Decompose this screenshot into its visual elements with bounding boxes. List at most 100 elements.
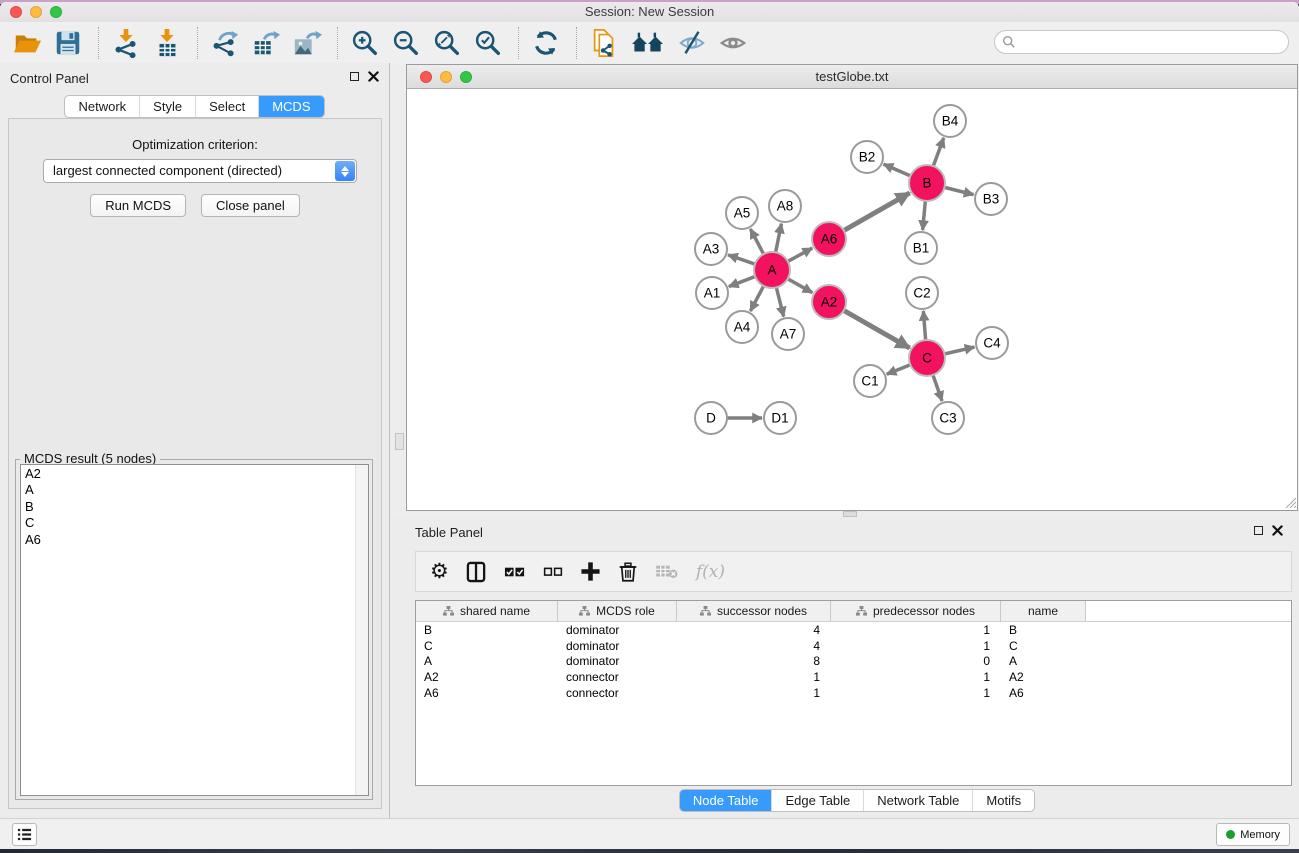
mcds-result-item[interactable]: A [25, 482, 41, 498]
resize-grip[interactable] [1283, 495, 1296, 508]
show-panels-button[interactable] [12, 823, 37, 846]
network-window-titlebar[interactable]: testGlobe.txt [407, 65, 1297, 89]
close-window-button[interactable] [10, 6, 22, 18]
toolbar-separator [576, 27, 577, 59]
zoom-selected-icon[interactable] [473, 28, 503, 58]
table-cell: C [1001, 639, 1086, 653]
column-header-shared-name[interactable]: shared name [416, 601, 558, 621]
table-cell: 4 [677, 623, 831, 637]
refresh-layout-icon[interactable] [531, 28, 561, 58]
table-cell: 8 [677, 654, 831, 668]
hierarchy-icon [856, 606, 867, 616]
main-toolbar [0, 22, 1299, 63]
tab-network[interactable]: Network [65, 96, 139, 117]
column-header-successor-nodes[interactable]: successor nodes [677, 601, 831, 621]
toolbar-separator [337, 27, 338, 59]
network-window-title: testGlobe.txt [407, 65, 1297, 89]
search-icon [1002, 35, 1016, 49]
table-cell: B [416, 623, 558, 637]
minimize-window-button[interactable] [30, 6, 42, 18]
mcds-result-item[interactable]: C [25, 515, 41, 531]
float-panel-icon[interactable] [1254, 526, 1263, 535]
control-panel: Control Panel NetworkStyleSelectMCDS Opt… [0, 63, 390, 818]
table-cell: connector [558, 670, 677, 684]
copy-network-icon[interactable] [589, 28, 619, 58]
vertical-splitter-handle[interactable] [395, 433, 404, 450]
list-icon [17, 827, 32, 842]
zoom-out-icon[interactable] [391, 28, 421, 58]
table-cell: 1 [677, 686, 831, 700]
show-graphics-icon[interactable] [718, 28, 748, 58]
table-panel: Table Panel ⚙ [391, 517, 1299, 818]
close-panel-icon[interactable] [368, 71, 379, 82]
select-all-icon[interactable] [504, 561, 526, 583]
export-image-icon[interactable] [292, 28, 322, 58]
import-network-icon[interactable] [111, 28, 141, 58]
network-zoom-button[interactable] [460, 71, 472, 83]
node-label-C4: C4 [983, 336, 1001, 351]
run-mcds-button[interactable]: Run MCDS [90, 194, 186, 217]
select-stepper-icon [335, 161, 355, 181]
zoom-window-button[interactable] [50, 6, 62, 18]
network-overview-icon[interactable] [630, 28, 666, 58]
node-table[interactable]: shared nameMCDS rolesuccessor nodesprede… [415, 600, 1292, 786]
export-network-icon[interactable] [210, 28, 240, 58]
tab-mcds[interactable]: MCDS [258, 96, 323, 117]
table-body: Bdominator41BCdominator41CAdominator80AA… [416, 622, 1291, 701]
table-cell: A2 [1001, 670, 1086, 684]
table-row[interactable]: Bdominator41B [416, 622, 1291, 638]
table-row[interactable]: Adominator80A [416, 654, 1291, 670]
network-graph[interactable]: ABCA6A2A1A3A4A5A7A8B1B2B3B4C1C2C3C4DD1 [407, 89, 1297, 509]
tab-motifs[interactable]: Motifs [972, 790, 1034, 811]
function-builder-icon-disabled: f(x) [696, 562, 725, 582]
mcds-result-scrollbar[interactable] [355, 465, 368, 795]
tab-select[interactable]: Select [195, 96, 258, 117]
export-table-icon[interactable] [251, 28, 281, 58]
memory-label: Memory [1240, 829, 1280, 841]
tab-style[interactable]: Style [139, 96, 195, 117]
search-field[interactable] [994, 30, 1289, 54]
mcds-result-list[interactable]: A2ABCA6 [20, 464, 369, 796]
memory-button[interactable]: Memory [1216, 823, 1290, 846]
mcds-result-item[interactable]: B [25, 499, 41, 515]
zoom-fit-icon[interactable] [432, 28, 462, 58]
table-row[interactable]: A6connector11A6 [416, 685, 1291, 701]
table-row[interactable]: Cdominator41C [416, 638, 1291, 654]
mcds-result-item[interactable]: A6 [25, 532, 41, 548]
optimization-criterion-select[interactable]: largest connected component (directed) [43, 159, 357, 183]
zoom-in-icon[interactable] [350, 28, 380, 58]
import-table-icon[interactable] [152, 28, 182, 58]
network-close-button[interactable] [420, 71, 432, 83]
column-header-MCDS-role[interactable]: MCDS role [558, 601, 677, 621]
add-column-icon[interactable] [580, 561, 601, 582]
column-header-predecessor-nodes[interactable]: predecessor nodes [831, 601, 1001, 621]
tab-edge-table[interactable]: Edge Table [771, 790, 863, 811]
network-canvas[interactable]: ABCA6A2A1A3A4A5A7A8B1B2B3B4C1C2C3C4DD1 [407, 89, 1297, 509]
table-panel-tabs: Node TableEdge TableNetwork TableMotifs [679, 789, 1035, 812]
table-cell: C [416, 639, 558, 653]
hide-graphics-icon[interactable] [677, 28, 707, 58]
memory-status-icon [1226, 830, 1235, 839]
table-row[interactable]: A2connector11A2 [416, 669, 1291, 685]
node-label-D1: D1 [771, 411, 788, 426]
close-panel-button[interactable]: Close panel [201, 194, 300, 217]
network-minimize-button[interactable] [440, 71, 452, 83]
status-bar: Memory [0, 818, 1299, 849]
close-panel-icon[interactable] [1272, 525, 1283, 536]
delete-column-icon[interactable] [618, 561, 638, 583]
table-cell: 1 [831, 686, 1001, 700]
table-settings-icon[interactable]: ⚙ [430, 562, 449, 582]
column-header-empty [1086, 601, 1291, 621]
hierarchy-icon [579, 606, 590, 616]
tab-node-table[interactable]: Node Table [680, 790, 772, 811]
mcds-result-item[interactable]: A2 [25, 466, 41, 482]
tab-network-table[interactable]: Network Table [863, 790, 972, 811]
save-session-icon[interactable] [53, 28, 83, 58]
column-header-name[interactable]: name [1001, 601, 1086, 621]
search-input[interactable] [1016, 32, 1288, 52]
right-area: testGlobe.txt ABCA6A2A1A3A4A5A7A8B1B2B3B… [391, 63, 1299, 818]
column-selector-icon[interactable] [466, 561, 487, 583]
float-panel-icon[interactable] [350, 72, 359, 81]
open-file-icon[interactable] [12, 28, 42, 58]
deselect-all-icon[interactable] [543, 562, 563, 582]
